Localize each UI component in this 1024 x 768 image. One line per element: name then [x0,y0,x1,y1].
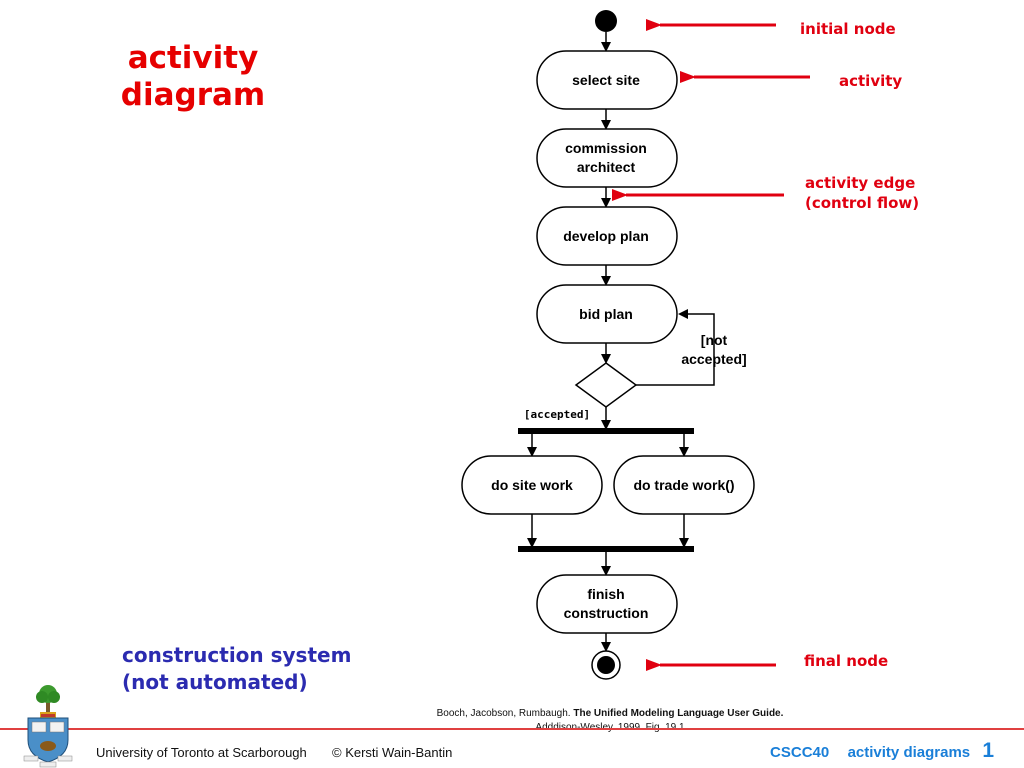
initial-node [595,10,617,32]
callout-activity: activity [839,72,903,90]
footer-left: University of Toronto at Scarborough © K… [96,745,452,760]
callout-activity-edge-line1: activity edge [805,174,916,192]
footer-divider [0,728,1024,730]
footer-topic: activity diagrams [847,744,971,761]
guard-accepted: [accepted] [524,408,590,421]
activity-label: construction [564,605,649,621]
activity-label: do trade work() [633,477,734,493]
fork-bar [518,428,694,434]
decision-node [574,362,638,408]
activity-label: bid plan [579,306,633,322]
activity-do-trade-work: do trade work() [613,455,755,515]
university-crest-logo [23,685,73,768]
callout-activity-edge: activity edge (control flow) [805,173,919,213]
activity-label: architect [577,159,636,175]
activity-label: finish [587,586,624,602]
callout-activity-edge-line2: (control flow) [805,194,920,212]
footer-course: CSCC40 [770,744,830,761]
slide-subtitle-line2: (not automated) [122,670,308,694]
activity-label: commission [565,140,647,156]
activity-label: select site [572,72,640,88]
activity-select-site: select site [536,50,678,110]
activity-develop-plan: develop plan [536,206,678,266]
slide-subtitle: construction system (not automated) [122,642,351,696]
activity-diagram: select site commission architect develop… [461,10,810,680]
citation: Booch, Jacobson, Rumbaugh. The Unified M… [380,707,840,735]
guard-not-accepted-line1: [not [701,332,728,348]
activity-label: develop plan [563,228,649,244]
final-node [591,650,621,680]
footer-institution: University of Toronto at Scarborough [96,745,307,760]
activity-commission-architect: commission architect [536,128,678,188]
activity-finish-construction: finish construction [536,574,678,634]
footer-right: CSCC40 activity diagrams 1 [770,739,994,763]
footer-page-number: 1 [982,739,994,762]
citation-authors: Booch, Jacobson, Rumbaugh. [436,708,571,719]
activity-bid-plan: bid plan [536,284,678,344]
footer-copyright: © Kersti Wain-Bantin [332,745,453,760]
citation-book: The Unified Modeling Language User Guide… [573,708,784,719]
guard-not-accepted-line2: accepted] [681,351,746,367]
join-bar [518,546,694,552]
activity-label: do site work [491,477,573,493]
callout-final-node: final node [804,652,889,670]
callout-initial-node: initial node [800,20,896,38]
activity-do-site-work: do site work [461,455,603,515]
slide-subtitle-line1: construction system [122,643,352,667]
